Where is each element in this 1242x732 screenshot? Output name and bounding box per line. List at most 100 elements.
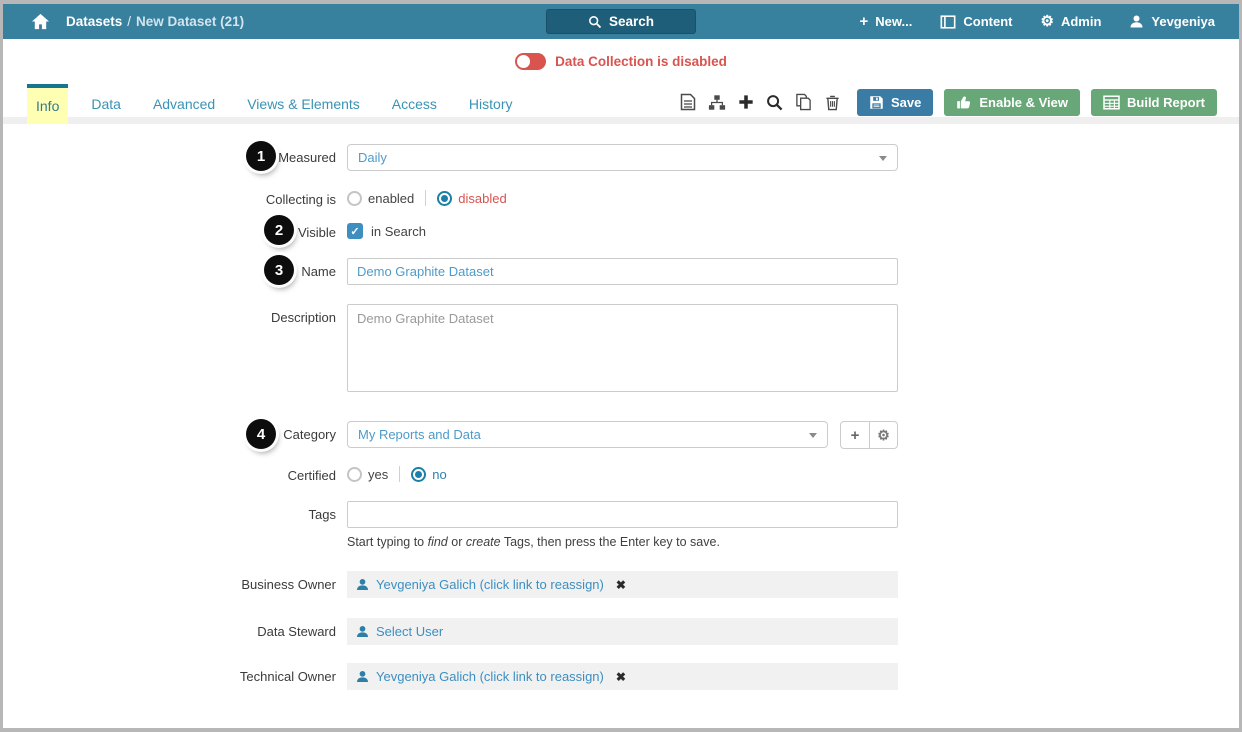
remove-business-owner-button[interactable]: ✖ bbox=[616, 578, 626, 592]
user-menu-button[interactable]: Yevgeniya bbox=[1129, 14, 1215, 29]
tab-access[interactable]: Access bbox=[383, 84, 446, 124]
build-report-button-label: Build Report bbox=[1127, 94, 1205, 110]
build-report-button[interactable]: Build Report bbox=[1091, 88, 1217, 116]
collecting-disabled-radio[interactable] bbox=[437, 190, 453, 206]
search-button[interactable]: Search bbox=[546, 9, 696, 34]
data-steward-field: Select User bbox=[347, 618, 898, 645]
file-text-icon bbox=[680, 93, 696, 111]
helper-create: create bbox=[465, 535, 501, 549]
tags-input[interactable] bbox=[347, 501, 898, 528]
category-row: 4 Category My Reports and Data + ⚙ bbox=[3, 419, 1239, 449]
search-icon bbox=[589, 15, 602, 28]
delete-button[interactable] bbox=[823, 92, 843, 112]
option-divider bbox=[399, 466, 401, 482]
copy-icon bbox=[796, 93, 812, 111]
visible-label: Visible bbox=[297, 225, 336, 240]
report-table-icon bbox=[1103, 95, 1120, 109]
certified-no-label[interactable]: no bbox=[432, 467, 446, 482]
chevron-down-icon bbox=[809, 432, 817, 438]
plus-icon: + bbox=[850, 426, 860, 444]
lineage-button[interactable] bbox=[707, 92, 727, 112]
new-menu-label: New... bbox=[875, 14, 913, 29]
measured-select[interactable]: Daily bbox=[347, 144, 898, 171]
add-button[interactable] bbox=[736, 92, 756, 112]
visible-in-search-checkbox[interactable]: ✓ bbox=[347, 223, 363, 239]
search-icon bbox=[767, 94, 783, 110]
visible-row: 2 Visible ✓ in Search bbox=[3, 215, 1239, 245]
data-collection-toggle[interactable] bbox=[515, 53, 547, 70]
admin-menu-button[interactable]: ⚙ Admin bbox=[1040, 14, 1101, 29]
category-select[interactable]: My Reports and Data bbox=[347, 421, 828, 448]
business-owner-label: Business Owner bbox=[241, 577, 336, 592]
toggle-knob bbox=[517, 55, 531, 68]
tags-row: Tags Start typing to find or create Tags… bbox=[3, 501, 1239, 549]
admin-menu-label: Admin bbox=[1060, 14, 1102, 29]
tab-history[interactable]: History bbox=[460, 84, 522, 124]
measured-row: 1 Measured Daily bbox=[3, 141, 1239, 171]
add-category-button[interactable]: + bbox=[841, 422, 869, 448]
data-steward-select-user-link[interactable]: Select User bbox=[376, 624, 443, 639]
reassign-hint: (click link to reassign) bbox=[475, 577, 604, 592]
tab-advanced-label: Advanced bbox=[152, 96, 216, 112]
user-icon bbox=[1130, 15, 1143, 28]
visible-in-search-label[interactable]: in Search bbox=[371, 224, 426, 239]
toolbar-actions: Save Enable & View Build Report bbox=[678, 84, 1217, 124]
data-collection-banner: Data Collection is disabled bbox=[3, 39, 1239, 84]
new-menu-button[interactable]: + New... bbox=[860, 14, 913, 29]
user-icon bbox=[356, 579, 369, 591]
business-owner-name: Yevgeniya Galich bbox=[376, 577, 476, 592]
business-owner-link[interactable]: Yevgeniya Galich (click link to reassign… bbox=[376, 577, 604, 592]
certified-no-radio[interactable] bbox=[411, 466, 427, 482]
description-textarea[interactable]: Demo Graphite Dataset bbox=[347, 304, 898, 392]
gear-icon: ⚙ bbox=[1040, 13, 1054, 30]
tags-label: Tags bbox=[308, 507, 336, 522]
helper-part: Tags, then press the Enter key to save. bbox=[500, 535, 720, 549]
save-button[interactable]: Save bbox=[856, 88, 934, 116]
tab-views-elements[interactable]: Views & Elements bbox=[238, 84, 369, 124]
view-details-button[interactable] bbox=[678, 92, 698, 112]
tab-data[interactable]: Data bbox=[82, 84, 130, 124]
name-label: Name bbox=[301, 264, 336, 279]
home-button[interactable] bbox=[31, 12, 50, 31]
name-input[interactable] bbox=[347, 258, 898, 285]
step-badge-4: 4 bbox=[246, 419, 276, 449]
breadcrumb-section[interactable]: Datasets bbox=[66, 14, 122, 29]
breadcrumb-page: New Dataset (21) bbox=[136, 14, 245, 29]
manage-categories-button[interactable]: ⚙ bbox=[868, 422, 897, 448]
technical-owner-field: Yevgeniya Galich (click link to reassign… bbox=[347, 663, 898, 690]
step-badge-3: 3 bbox=[264, 255, 294, 285]
content-icon bbox=[940, 14, 956, 29]
tab-views-elements-label: Views & Elements bbox=[247, 96, 360, 112]
gear-icon: ⚙ bbox=[877, 426, 890, 443]
data-collection-status-text: Data Collection is disabled bbox=[555, 54, 727, 69]
top-navigation-bar: Datasets / New Dataset (21) Search + New… bbox=[3, 4, 1239, 39]
enable-view-button-label: Enable & View bbox=[979, 94, 1068, 110]
certified-yes-label[interactable]: yes bbox=[368, 467, 388, 482]
collecting-enabled-radio[interactable] bbox=[347, 190, 362, 206]
user-menu-label: Yevgeniya bbox=[1151, 14, 1215, 29]
trash-icon bbox=[826, 95, 840, 110]
duplicate-button[interactable] bbox=[794, 92, 814, 112]
category-actions: + ⚙ bbox=[840, 421, 898, 449]
tab-bar: Info Data Advanced Views & Elements Acce… bbox=[3, 84, 1239, 124]
certified-yes-radio[interactable] bbox=[347, 466, 362, 482]
technical-owner-label: Technical Owner bbox=[239, 669, 336, 684]
tab-history-label: History bbox=[468, 96, 513, 112]
remove-technical-owner-button[interactable]: ✖ bbox=[616, 670, 626, 684]
certified-row: Certified yes no bbox=[3, 464, 1239, 483]
step-badge-1: 1 bbox=[246, 141, 276, 171]
search-button-label: Search bbox=[608, 14, 655, 29]
description-row: Description Demo Graphite Dataset bbox=[3, 304, 1239, 395]
collecting-enabled-label[interactable]: enabled bbox=[368, 191, 414, 206]
breadcrumb: Datasets / New Dataset (21) bbox=[66, 14, 244, 29]
tab-info[interactable]: Info bbox=[27, 84, 69, 124]
collecting-disabled-label[interactable]: disabled bbox=[458, 191, 506, 206]
helper-part: or bbox=[447, 535, 466, 549]
enable-view-button[interactable]: Enable & View bbox=[944, 88, 1080, 116]
tags-helper-text: Start typing to find or create Tags, the… bbox=[347, 535, 898, 549]
search-element-button[interactable] bbox=[765, 92, 785, 112]
breadcrumb-separator: / bbox=[127, 14, 132, 29]
tab-advanced[interactable]: Advanced bbox=[144, 84, 224, 124]
technical-owner-link[interactable]: Yevgeniya Galich (click link to reassign… bbox=[376, 669, 604, 684]
content-menu-button[interactable]: Content bbox=[940, 14, 1012, 30]
